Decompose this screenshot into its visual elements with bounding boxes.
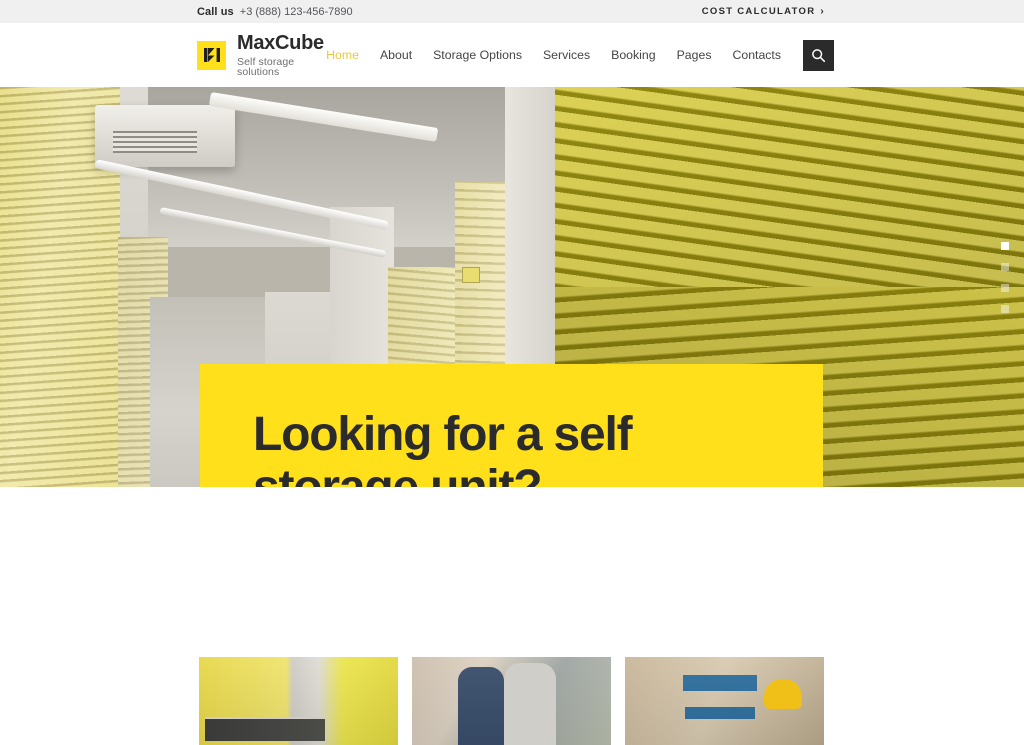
slider-dot-3[interactable] bbox=[1001, 284, 1009, 292]
brand-logo[interactable]: MaxCube Self storage solutions bbox=[197, 31, 326, 78]
hero-slider: Looking for a self storage unit? Call 24… bbox=[0, 87, 1024, 487]
card-overlay bbox=[625, 657, 824, 745]
feature-card-couple-boxes[interactable] bbox=[412, 657, 611, 745]
brand-text: MaxCube Self storage solutions bbox=[237, 31, 326, 78]
top-bar: Call us +3 (888) 123-456-7890 COST CALCU… bbox=[0, 0, 1024, 23]
site-header: MaxCube Self storage solutions Home Abou… bbox=[0, 23, 1024, 87]
nav-item-services[interactable]: Services bbox=[543, 48, 590, 62]
nav-item-home[interactable]: Home bbox=[326, 48, 359, 62]
main-navigation: Home About Storage Options Services Book… bbox=[326, 48, 781, 62]
logo-mark-icon bbox=[197, 40, 226, 70]
call-us-label: Call us bbox=[197, 5, 234, 18]
topbar-phone-number[interactable]: +3 (888) 123-456-7890 bbox=[240, 6, 353, 18]
search-icon bbox=[812, 48, 826, 62]
hero-promo-card: Looking for a self storage unit? Call 24… bbox=[200, 364, 823, 487]
hero-title: Looking for a self storage unit? bbox=[253, 408, 633, 487]
nav-item-contacts[interactable]: Contacts bbox=[732, 48, 781, 62]
feature-card-storage-unit[interactable] bbox=[199, 657, 398, 745]
slider-pagination bbox=[1001, 242, 1009, 313]
chevron-right-icon: › bbox=[820, 6, 825, 17]
nav-item-booking[interactable]: Booking bbox=[611, 48, 655, 62]
cost-calculator-label: COST CALCULATOR bbox=[701, 6, 816, 17]
cost-calculator-link[interactable]: COST CALCULATOR › bbox=[702, 6, 825, 17]
brand-tagline: Self storage solutions bbox=[237, 55, 295, 78]
card-overlay bbox=[412, 657, 611, 745]
feature-cards-strip bbox=[0, 657, 1024, 745]
feature-card-warehouse-worker[interactable] bbox=[625, 657, 824, 745]
slider-dot-4[interactable] bbox=[1001, 305, 1009, 313]
nav-item-storage-options[interactable]: Storage Options bbox=[433, 48, 522, 62]
nav-item-pages[interactable]: Pages bbox=[677, 48, 712, 62]
card-overlay bbox=[199, 657, 398, 745]
nav-item-about[interactable]: About bbox=[380, 48, 412, 62]
topbar-contact: Call us +3 (888) 123-456-7890 bbox=[197, 6, 353, 18]
brand-name: MaxCube bbox=[237, 31, 324, 54]
slider-dot-1[interactable] bbox=[1001, 242, 1009, 250]
search-button[interactable] bbox=[803, 39, 834, 71]
slider-dot-2[interactable] bbox=[1001, 263, 1009, 271]
